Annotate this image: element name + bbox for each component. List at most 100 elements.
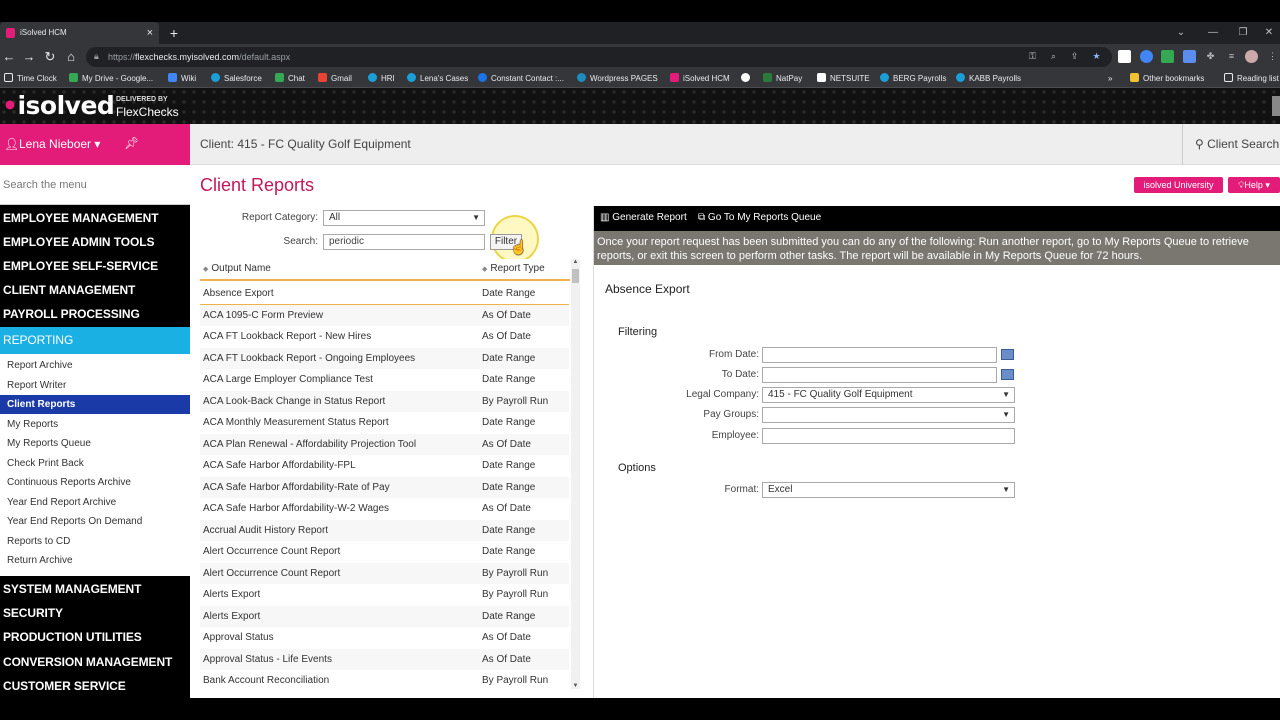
menu-employee-admin-tools[interactable]: EMPLOYEE ADMIN TOOLS: [0, 230, 190, 254]
col-report-type[interactable]: ◆ Report Type: [482, 263, 545, 274]
share-icon[interactable]: ⇪: [1068, 50, 1081, 63]
help-button[interactable]: 💡︎Help ▾: [1228, 177, 1280, 193]
pay-groups-select[interactable]: ▼: [762, 407, 1015, 423]
isolved-university-button[interactable]: isolved University: [1134, 177, 1223, 193]
close-window-icon[interactable]: ✕: [1254, 22, 1280, 44]
submenu-continuous-reports-archive[interactable]: Continuous Reports Archive: [0, 473, 190, 492]
bookmark-other[interactable]: Other bookmarks: [1130, 70, 1204, 88]
menu-system-management[interactable]: SYSTEM MANAGEMENT: [0, 577, 190, 601]
table-row[interactable]: Alert Occurrence Count Report Date Range: [200, 541, 569, 563]
browser-menu-icon[interactable]: ⋮: [1266, 50, 1279, 63]
submenu-year-end-report-archive[interactable]: Year End Report Archive: [0, 493, 190, 512]
submenu-my-reports[interactable]: My Reports: [0, 415, 190, 434]
scroll-up-icon[interactable]: ▲: [571, 259, 580, 265]
home-icon[interactable]: ⌂: [62, 48, 80, 66]
legal-company-select[interactable]: 415 - FC Quality Golf Equipment ▼: [762, 387, 1015, 403]
menu-search-input[interactable]: Search the menu: [0, 165, 190, 205]
table-row[interactable]: ACA Large Employer Compliance Test Date R…: [200, 369, 569, 391]
grid-scrollbar[interactable]: ▲ ▼: [571, 259, 580, 689]
table-row[interactable]: ACA Safe Harbor Affordability-W-2 Wages A…: [200, 498, 569, 520]
report-search-input[interactable]: periodic: [323, 234, 485, 250]
tab-search-chevron-icon[interactable]: ⌄: [1166, 22, 1196, 44]
extension-2-icon[interactable]: [1140, 50, 1153, 63]
menu-conversion-management[interactable]: CONVERSION MANAGEMENT: [0, 650, 190, 674]
employee-input[interactable]: [762, 428, 1015, 444]
bookmark-time-clock[interactable]: Time Clock: [4, 70, 57, 88]
menu-customer-service[interactable]: CUSTOMER SERVICE: [0, 674, 190, 698]
table-row[interactable]: Absence Export Date Range: [200, 283, 569, 305]
scroll-down-icon[interactable]: ▼: [571, 683, 580, 689]
bookmark-netsuite[interactable]: NETSUITE: [817, 70, 870, 88]
scroll-thumb[interactable]: [572, 269, 579, 283]
table-row[interactable]: ACA Safe Harbor Affordability-FPL Date Ra…: [200, 455, 569, 477]
table-row[interactable]: ACA 1095-C Form Preview As Of Date: [200, 304, 569, 326]
bookmark-my-drive[interactable]: My Drive - Google...: [69, 70, 153, 88]
bookmark-star-icon[interactable]: ★: [1090, 50, 1103, 63]
menu-production-utilities[interactable]: PRODUCTION UTILITIES: [0, 625, 190, 649]
pin-icon[interactable]: 📌︎: [124, 136, 139, 150]
minimize-icon[interactable]: —: [1198, 22, 1228, 44]
browser-tab[interactable]: iSolved HCM ×: [0, 22, 159, 44]
menu-security[interactable]: SECURITY: [0, 601, 190, 625]
submenu-report-writer[interactable]: Report Writer: [0, 376, 190, 395]
calendar-icon[interactable]: [1001, 349, 1014, 360]
table-row[interactable]: ACA Monthly Measurement Status Report Dat…: [200, 412, 569, 434]
submenu-check-print-back[interactable]: Check Print Back: [0, 454, 190, 473]
bookmark-reading-list[interactable]: Reading list: [1224, 70, 1279, 88]
from-date-input[interactable]: [762, 347, 997, 363]
puzzle-extensions-icon[interactable]: ✤: [1204, 50, 1217, 63]
forward-icon[interactable]: →: [20, 48, 38, 66]
drive-extension-icon[interactable]: [1161, 50, 1174, 63]
bookmark-constant-contact[interactable]: Constant Contact :...: [478, 70, 564, 88]
bookmark-salesforce[interactable]: Salesforce: [211, 70, 262, 88]
menu-employee-management[interactable]: EMPLOYEE MANAGEMENT: [0, 206, 190, 230]
table-row[interactable]: ACA FT Lookback Report - New Hires As Of …: [200, 326, 569, 348]
extension-1-icon[interactable]: [1118, 50, 1131, 63]
back-icon[interactable]: ←: [0, 48, 18, 66]
table-row[interactable]: ACA FT Lookback Report - Ongoing Employe…: [200, 347, 569, 369]
bookmark-natpay[interactable]: NatPay: [763, 70, 802, 88]
bookmark-isolved[interactable]: iSolved HCM: [670, 70, 730, 88]
bookmarks-overflow-icon[interactable]: »: [1108, 70, 1112, 88]
zoom-icon[interactable]: ⌕: [1047, 50, 1060, 63]
new-tab-icon[interactable]: +: [166, 25, 182, 41]
bookmark-chat[interactable]: Chat: [275, 70, 305, 88]
generate-report-button[interactable]: ▥ Generate Report: [600, 212, 687, 223]
submenu-report-archive[interactable]: Report Archive: [0, 356, 190, 375]
submenu-client-reports[interactable]: Client Reports: [0, 395, 190, 414]
reload-icon[interactable]: ↻: [41, 48, 59, 66]
table-row[interactable]: Alerts Export Date Range: [200, 605, 569, 627]
format-select[interactable]: Excel ▼: [762, 482, 1015, 498]
bookmark-kabb-payrolls[interactable]: KABB Payrolls: [956, 70, 1021, 88]
bookmark-hri[interactable]: HRI: [368, 70, 395, 88]
reading-mode-icon[interactable]: ≡: [1225, 50, 1238, 63]
menu-reporting[interactable]: REPORTING: [0, 327, 190, 354]
table-row[interactable]: ACA Safe Harbor Affordability-Rate of Pa…: [200, 476, 569, 498]
submenu-year-end-reports-on-demand[interactable]: Year End Reports On Demand: [0, 512, 190, 531]
table-row[interactable]: Alert Occurrence Count Report By Payroll …: [200, 562, 569, 584]
table-row[interactable]: ACA Plan Renewal - Affordability Project…: [200, 433, 569, 455]
menu-payroll-processing[interactable]: PAYROLL PROCESSING: [0, 302, 190, 326]
table-row[interactable]: Approval Status As Of Date: [200, 627, 569, 649]
table-row[interactable]: ACA Look-Back Change in Status Report By …: [200, 390, 569, 412]
report-category-select[interactable]: All ▼: [323, 210, 485, 226]
submenu-return-archive[interactable]: Return Archive: [0, 551, 190, 570]
menu-employee-self-service[interactable]: EMPLOYEE SELF-SERVICE: [0, 254, 190, 278]
bookmark-wordpress[interactable]: Wordpress PAGES: [577, 70, 658, 88]
key-icon[interactable]: ⚿: [1026, 50, 1039, 63]
close-tab-icon[interactable]: ×: [147, 22, 153, 44]
user-name[interactable]: Lena Nieboer ▾: [19, 137, 100, 151]
profile-avatar-icon[interactable]: [1245, 50, 1258, 63]
address-bar[interactable]: 🔒︎ https://flexchecks.myisolved.com/defa…: [86, 47, 1112, 67]
submenu-my-reports-queue[interactable]: My Reports Queue: [0, 434, 190, 453]
isolved-logo[interactable]: •isolved: [2, 91, 115, 120]
table-row[interactable]: Approval Status - Life Events As Of Date: [200, 648, 569, 670]
calendar-icon[interactable]: [1001, 369, 1014, 380]
to-date-input[interactable]: [762, 367, 997, 383]
bookmark-google[interactable]: [741, 70, 754, 88]
table-row[interactable]: Alerts Export By Payroll Run: [200, 584, 569, 606]
user-menu[interactable]: 👤︎ Lena Nieboer ▾ 📌︎: [0, 124, 190, 165]
bookmark-gmail[interactable]: Gmail: [318, 70, 352, 88]
col-output-name[interactable]: ◆ Output Name: [203, 263, 271, 274]
bookmark-wiki[interactable]: Wiki: [168, 70, 196, 88]
